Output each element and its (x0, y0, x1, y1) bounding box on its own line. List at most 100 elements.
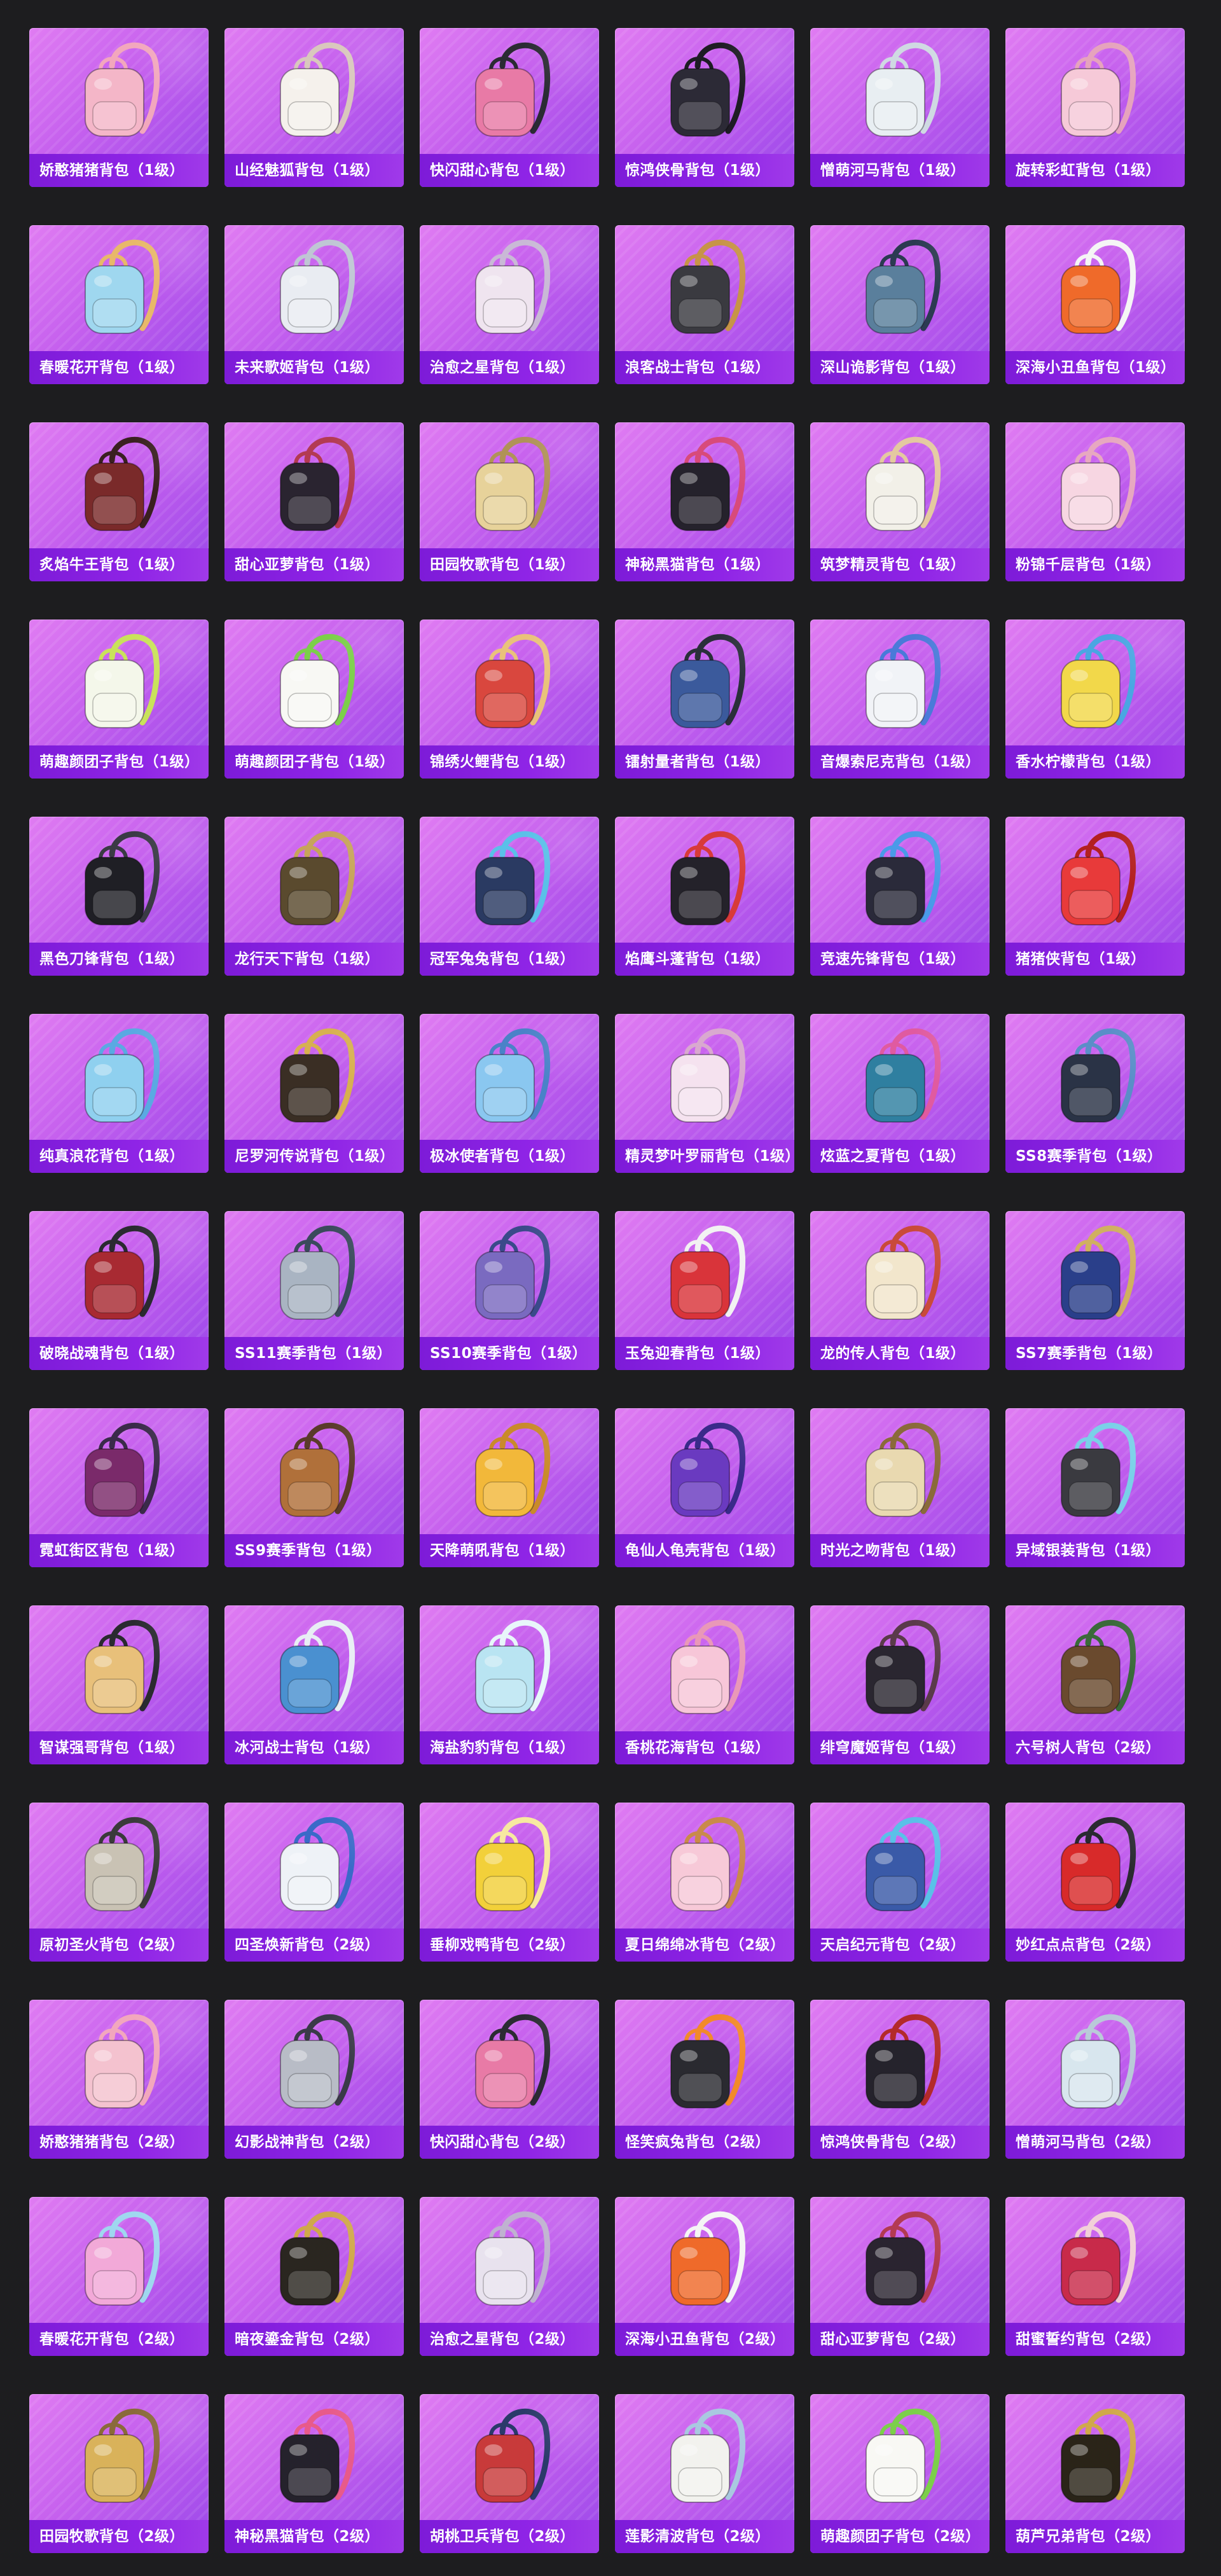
backpack-card[interactable]: 天降萌吼背包（1级） (420, 1408, 599, 1567)
backpack-card[interactable]: 炫蓝之夏背包（1级） (810, 1014, 990, 1173)
backpack-icon (280, 1817, 355, 1911)
backpack-icon (1061, 2014, 1136, 2109)
backpack-card[interactable]: 冰河战士背包（1级） (224, 1605, 404, 1764)
backpack-card[interactable]: 原初圣火背包（2级） (29, 1803, 209, 1962)
backpack-card[interactable]: 焰鹰斗蓬背包（1级） (615, 817, 794, 976)
backpack-card[interactable]: SS10赛季背包（1级） (420, 1211, 599, 1370)
backpack-card[interactable]: 甜心亚萝背包（2级） (810, 2197, 990, 2356)
backpack-card[interactable]: 未来歌姬背包（1级） (224, 225, 404, 384)
backpack-card[interactable]: 葫芦兄弟背包（2级） (1005, 2394, 1185, 2553)
backpack-icon (85, 43, 160, 137)
backpack-card[interactable]: 极冰使者背包（1级） (420, 1014, 599, 1173)
backpack-card[interactable]: 龙的传人背包（1级） (810, 1211, 990, 1370)
backpack-card[interactable]: 萌趣颜团子背包（2级） (810, 2394, 990, 2553)
backpack-card[interactable]: 绯穹魔姬背包（1级） (810, 1605, 990, 1764)
backpack-card[interactable]: 娇憨猪猪背包（1级） (29, 28, 209, 187)
backpack-card[interactable]: 六号树人背包（2级） (1005, 1605, 1185, 1764)
backpack-card[interactable]: 惊鸿侠骨背包（1级） (615, 28, 794, 187)
backpack-card[interactable]: 黑色刀锋背包（1级） (29, 817, 209, 976)
backpack-card[interactable]: 山经魅狐背包（1级） (224, 28, 404, 187)
backpack-card[interactable]: SS8赛季背包（1级） (1005, 1014, 1185, 1173)
backpack-icon (475, 1620, 550, 1714)
backpack-card[interactable]: 暗夜鎏金背包（2级） (224, 2197, 404, 2356)
backpack-card[interactable]: 惊鸿侠骨背包（2级） (810, 2000, 990, 2159)
backpack-card[interactable]: 娇憨猪猪背包（2级） (29, 2000, 209, 2159)
backpack-name-label: 深山诡影背包（1级） (810, 351, 990, 384)
backpack-icon (85, 1817, 160, 1911)
backpack-card[interactable]: 海盐豹豹背包（1级） (420, 1605, 599, 1764)
backpack-card[interactable]: 垂柳戏鸭背包（2级） (420, 1803, 599, 1962)
backpack-card[interactable]: 旋转彩虹背包（1级） (1005, 28, 1185, 187)
backpack-card[interactable]: 龙行天下背包（1级） (224, 817, 404, 976)
backpack-card[interactable]: SS7赛季背包（1级） (1005, 1211, 1185, 1370)
backpack-card[interactable]: 莲影清波背包（2级） (615, 2394, 794, 2553)
backpack-card[interactable]: 萌趣颜团子背包（1级） (224, 620, 404, 779)
backpack-icon (475, 1423, 550, 1517)
backpack-name-label: 龟仙人龟壳背包（1级） (615, 1534, 794, 1567)
backpack-icon (475, 2212, 550, 2306)
backpack-card[interactable]: 香水柠檬背包（1级） (1005, 620, 1185, 779)
backpack-card[interactable]: 胡桃卫兵背包（2级） (420, 2394, 599, 2553)
backpack-card[interactable]: 猪猪侠背包（1级） (1005, 817, 1185, 976)
backpack-card[interactable]: 深山诡影背包（1级） (810, 225, 990, 384)
backpack-card[interactable]: 治愈之星背包（2级） (420, 2197, 599, 2356)
backpack-card[interactable]: 智谋强哥背包（1级） (29, 1605, 209, 1764)
backpack-name-label: 原初圣火背包（2级） (29, 1929, 209, 1962)
backpack-card[interactable]: 萌趣颜团子背包（1级） (29, 620, 209, 779)
backpack-card[interactable]: 音爆索尼克背包（1级） (810, 620, 990, 779)
backpack-card[interactable]: 香桃花海背包（1级） (615, 1605, 794, 1764)
backpack-icon (670, 240, 745, 334)
backpack-card[interactable]: 锦绣火鲤背包（1级） (420, 620, 599, 779)
backpack-card[interactable]: 粉锦千层背包（1级） (1005, 422, 1185, 581)
backpack-icon (866, 1226, 941, 1320)
backpack-icon (1061, 437, 1136, 531)
backpack-card[interactable]: 炙焰牛王背包（1级） (29, 422, 209, 581)
backpack-name-label: SS7赛季背包（1级） (1005, 1337, 1185, 1370)
backpack-name-label: 极冰使者背包（1级） (420, 1140, 599, 1173)
backpack-card[interactable]: SS11赛季背包（1级） (224, 1211, 404, 1370)
backpack-card[interactable]: 纯真浪花背包（1级） (29, 1014, 209, 1173)
backpack-icon (85, 240, 160, 334)
backpack-card[interactable]: 龟仙人龟壳背包（1级） (615, 1408, 794, 1567)
backpack-card[interactable]: 玉兔迎春背包（1级） (615, 1211, 794, 1370)
backpack-card[interactable]: 异域银装背包（1级） (1005, 1408, 1185, 1567)
backpack-card[interactable]: 甜心亚萝背包（1级） (224, 422, 404, 581)
backpack-card[interactable]: 甜蜜誓约背包（2级） (1005, 2197, 1185, 2356)
backpack-card[interactable]: 时光之吻背包（1级） (810, 1408, 990, 1567)
backpack-card[interactable]: 憎萌河马背包（2级） (1005, 2000, 1185, 2159)
backpack-card[interactable]: 镭射量者背包（1级） (615, 620, 794, 779)
backpack-card[interactable]: 尼罗河传说背包（1级） (224, 1014, 404, 1173)
backpack-card[interactable]: 精灵梦叶罗丽背包（1级） (615, 1014, 794, 1173)
backpack-card[interactable]: 春暖花开背包（1级） (29, 225, 209, 384)
backpack-card[interactable]: 筑梦精灵背包（1级） (810, 422, 990, 581)
backpack-card[interactable]: 冠军兔兔背包（1级） (420, 817, 599, 976)
backpack-card[interactable]: 田园牧歌背包（2级） (29, 2394, 209, 2553)
backpack-card[interactable]: 治愈之星背包（1级） (420, 225, 599, 384)
backpack-card[interactable]: 竞速先锋背包（1级） (810, 817, 990, 976)
backpack-card[interactable]: 田园牧歌背包（1级） (420, 422, 599, 581)
backpack-icon (280, 831, 355, 925)
backpack-card[interactable]: 深海小丑鱼背包（1级） (1005, 225, 1185, 384)
backpack-card[interactable]: 快闪甜心背包（2级） (420, 2000, 599, 2159)
backpack-card[interactable]: 天启纪元背包（2级） (810, 1803, 990, 1962)
backpack-name-label: 萌趣颜团子背包（2级） (810, 2520, 990, 2553)
backpack-card[interactable]: 深海小丑鱼背包（2级） (615, 2197, 794, 2356)
backpack-card[interactable]: 怪笑疯兔背包（2级） (615, 2000, 794, 2159)
backpack-name-label: 田园牧歌背包（2级） (29, 2520, 209, 2553)
backpack-card[interactable]: 神秘黑猫背包（2级） (224, 2394, 404, 2553)
backpack-card[interactable]: 破晓战魂背包（1级） (29, 1211, 209, 1370)
backpack-card[interactable]: 浪客战士背包（1级） (615, 225, 794, 384)
backpack-card[interactable]: 妙红点点背包（2级） (1005, 1803, 1185, 1962)
backpack-card[interactable]: 夏日绵绵冰背包（2级） (615, 1803, 794, 1962)
backpack-name-label: 治愈之星背包（1级） (420, 351, 599, 384)
backpack-card[interactable]: 憎萌河马背包（1级） (810, 28, 990, 187)
backpack-card[interactable]: 幻影战神背包（2级） (224, 2000, 404, 2159)
backpack-icon (280, 43, 355, 137)
backpack-card[interactable]: 四圣焕新背包（2级） (224, 1803, 404, 1962)
backpack-card[interactable]: 霓虹街区背包（1级） (29, 1408, 209, 1567)
backpack-card[interactable]: 春暖花开背包（2级） (29, 2197, 209, 2356)
backpack-card[interactable]: 神秘黑猫背包（1级） (615, 422, 794, 581)
backpack-card[interactable]: SS9赛季背包（1级） (224, 1408, 404, 1567)
backpack-icon (670, 1028, 745, 1123)
backpack-card[interactable]: 快闪甜心背包（1级） (420, 28, 599, 187)
